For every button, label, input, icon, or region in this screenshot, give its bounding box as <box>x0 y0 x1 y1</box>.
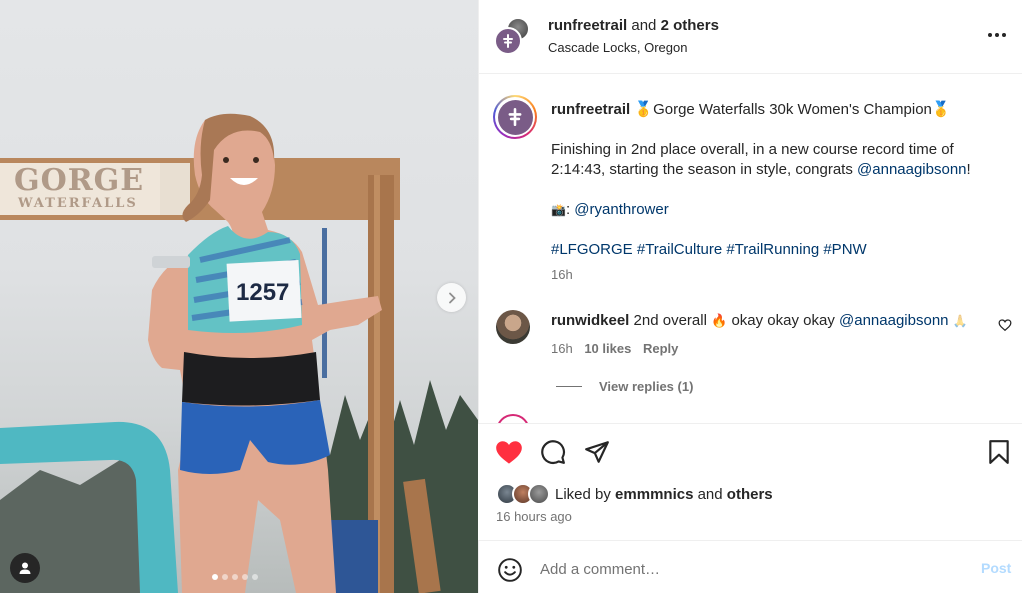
comment-meta: 16h 10 likes Reply <box>551 341 678 356</box>
caption-body: Finishing in 2nd place overall, in a new… <box>551 140 991 180</box>
hashtag[interactable]: #PNW <box>823 241 866 258</box>
photo-credit-line: 📸: @ryanthrower <box>551 200 669 220</box>
bookmark-icon <box>989 440 1009 464</box>
share-button[interactable] <box>582 437 612 467</box>
avatar-core <box>497 99 533 135</box>
comment-button[interactable] <box>538 437 568 467</box>
carousel-dot <box>232 574 238 580</box>
heart-filled-icon <box>496 441 522 464</box>
caption-exclaim: ! <box>966 161 971 178</box>
author-avatar[interactable] <box>494 27 522 55</box>
actions-divider <box>478 423 1022 424</box>
carousel-dot <box>252 574 258 580</box>
avatar-ring-inner <box>495 97 535 137</box>
comment-time[interactable]: 16h <box>551 341 573 356</box>
caption-author-avatar[interactable] <box>493 95 537 139</box>
more-horizontal-icon <box>988 33 1006 37</box>
header-and-text: and <box>631 17 657 34</box>
post-comment-button[interactable]: Post <box>981 560 1011 576</box>
hashtag[interactable]: #TrailCulture <box>637 241 722 258</box>
comment-text: runwidkeel 2nd overall 🔥 okay okay okay … <box>551 311 968 331</box>
like-button[interactable] <box>494 437 524 467</box>
comment-likes[interactable]: 10 likes <box>584 341 631 356</box>
next-photo-button[interactable] <box>437 283 466 312</box>
caption-first-line: runfreetrail 🥇Gorge Waterfalls 30k Women… <box>551 100 991 120</box>
caption-time[interactable]: 16h <box>551 267 573 282</box>
emoji-button[interactable] <box>496 556 524 584</box>
medal-emoji: 🥇 <box>634 101 654 118</box>
header-location[interactable]: Cascade Locks, Oregon <box>548 40 687 55</box>
caption-title: Gorge Waterfalls 30k Women's Champion <box>653 101 932 118</box>
medal-emoji: 🥇 <box>931 101 951 118</box>
liked-by-user[interactable]: emmmnics <box>615 486 693 503</box>
post-timestamp[interactable]: 16 hours ago <box>496 509 572 524</box>
header-username[interactable]: runfreetrail <box>548 17 627 34</box>
view-replies-button[interactable]: View replies (1) <box>599 379 693 394</box>
camera-emoji: 📸 <box>551 203 566 217</box>
caption-body-text: 2:14:43, starting the season in style, c… <box>551 161 853 178</box>
fire-emoji: 🔥 <box>711 313 728 328</box>
post-header <box>478 0 1022 74</box>
pray-emoji: 🙏 <box>952 314 968 328</box>
bib-number: 1257 <box>236 279 289 306</box>
tagged-users-button[interactable] <box>10 553 40 583</box>
runfree-logo-icon <box>503 34 513 48</box>
liked-by-text: Liked by emmmnics and others <box>555 485 773 505</box>
hashtag[interactable]: #TrailRunning <box>726 241 819 258</box>
carousel-indicator <box>212 574 258 580</box>
comment-input[interactable] <box>540 557 960 581</box>
comment-like-button[interactable] <box>998 318 1012 332</box>
emoji-smile-icon <box>498 558 522 582</box>
comment-bubble-icon <box>541 440 566 465</box>
hashtag[interactable]: #LFGORGE <box>551 241 633 258</box>
hashtags: #LFGORGE #TrailCulture #TrailRunning #PN… <box>551 240 867 260</box>
liked-by-and: and <box>697 486 723 503</box>
header-authors: runfreetrail and 2 others <box>548 17 719 34</box>
comment-mention[interactable]: @annaagibsonn <box>839 312 948 329</box>
chevron-right-icon <box>448 292 456 303</box>
comment-body-2: okay okay okay <box>731 312 835 329</box>
header-others-link[interactable]: 2 others <box>661 17 719 34</box>
heart-outline-icon <box>998 319 1012 332</box>
caption-body-line2: 2:14:43, starting the season in style, c… <box>551 160 991 180</box>
caption-body-line1: Finishing in 2nd place overall, in a new… <box>551 141 954 158</box>
sign-text-waterfalls: WATERFALLS <box>18 196 138 211</box>
reply-button[interactable]: Reply <box>643 341 678 356</box>
more-options-button[interactable] <box>984 24 1010 46</box>
commenter-username[interactable]: runwidkeel <box>551 312 629 329</box>
replies-divider <box>556 386 582 387</box>
caption-username[interactable]: runfreetrail <box>551 101 630 118</box>
carousel-dot <box>222 574 228 580</box>
comment-body: 2nd overall <box>633 312 707 329</box>
photo-credit-mention[interactable]: @ryanthrower <box>574 201 668 218</box>
post-dialog: 1257 GORGE WATERFALLS runfreetrail and 2… <box>0 0 1022 593</box>
carousel-dot <box>212 574 218 580</box>
runfree-logo-icon <box>508 108 522 126</box>
post-photo[interactable]: 1257 GORGE WATERFALLS <box>0 0 478 593</box>
save-button[interactable] <box>984 437 1014 467</box>
caption-mention[interactable]: @annaagibsonn <box>857 161 966 178</box>
gorge-sign: GORGE WATERFALLS <box>14 163 164 212</box>
liked-by-others[interactable]: others <box>727 486 773 503</box>
liker-avatar <box>528 483 550 505</box>
liked-by-prefix: Liked by <box>555 486 611 503</box>
share-plane-icon <box>585 441 609 463</box>
credit-separator: : <box>565 201 571 218</box>
liked-by-avatars[interactable] <box>496 483 552 505</box>
race-finish-photo: 1257 <box>0 113 478 593</box>
user-tag-icon <box>19 562 31 574</box>
commenter-avatar[interactable] <box>496 310 530 344</box>
sign-text-gorge: GORGE <box>14 163 145 198</box>
carousel-dot <box>242 574 248 580</box>
